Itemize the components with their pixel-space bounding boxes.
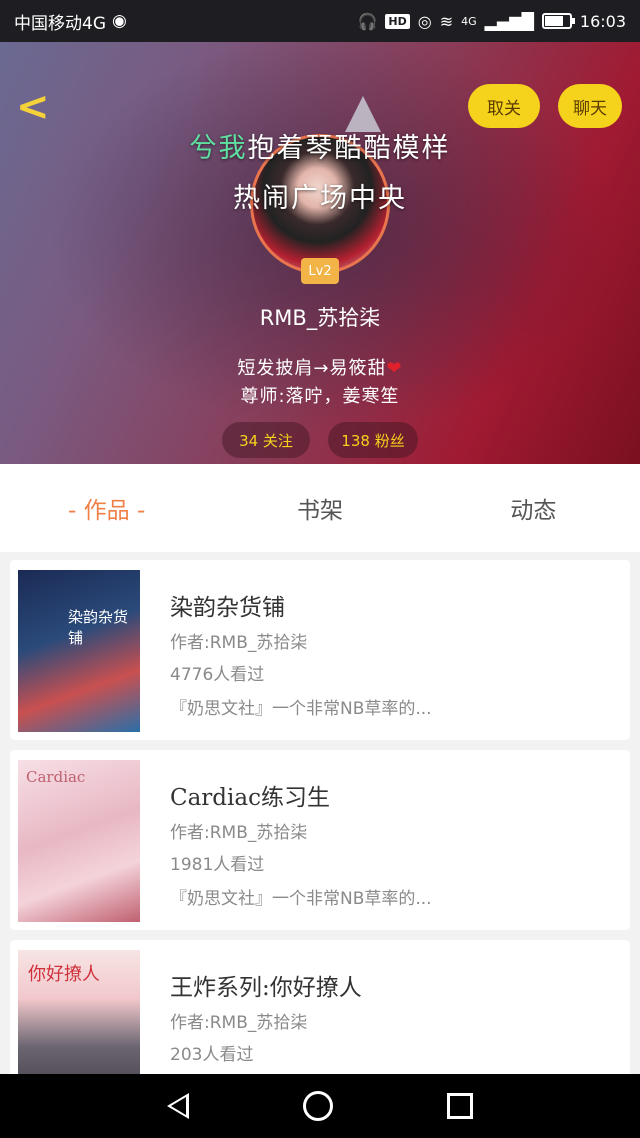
book-cover[interactable]: 染韵杂货铺 [18, 570, 140, 732]
book-title: 王炸系列:你好撩人 [170, 975, 362, 1001]
battery-icon [541, 13, 575, 29]
nav-back-icon[interactable] [167, 1093, 189, 1119]
cover-title: 染韵杂货铺 [68, 608, 129, 647]
clock: 16:03 [579, 11, 626, 31]
cover-title: 你好撩人 [28, 964, 100, 985]
cover-title: Cardiac [26, 768, 86, 786]
book-description: 『奶思文社』一个非常NB草率的... [170, 699, 432, 719]
globe-icon: ◉ [112, 11, 127, 31]
bio-text-1: 短发披肩→易筱甜 [237, 358, 387, 379]
level-badge: Lv2 [301, 258, 339, 284]
profile-header: < 取关 聊天 Lv2 兮我抱着琴酷酷模样 热闹广场中央 RMB_苏拾柒 短发披… [0, 42, 640, 464]
chevron-left-icon: < [16, 84, 50, 130]
book-title: Cardiac练习生 [170, 785, 330, 811]
tab-bookshelf[interactable]: 书架 [213, 464, 426, 552]
back-button[interactable]: < [16, 84, 52, 130]
book-cover[interactable]: Cardiac [18, 760, 140, 922]
bio-line-2: 尊师:落咛，姜寒笙 [240, 386, 400, 407]
following-count[interactable]: 34 关注 [222, 422, 310, 458]
list-item[interactable]: Cardiac Cardiac练习生 作者:RMB_苏拾柒 1981人看过 『奶… [10, 750, 630, 930]
status-bar: 中国移动4G ◉ 🎧 HD ◎ ≋ 4G ▂▄▆█ 16:03 [0, 0, 640, 42]
battery-fill [544, 16, 564, 26]
book-author: 作者:RMB_苏拾柒 [170, 633, 308, 653]
signature-line-1: 兮我抱着琴酷酷模样 [0, 126, 640, 165]
list-item[interactable]: 染韵杂货铺 染韵杂货铺 作者:RMB_苏拾柒 4776人看过 『奶思文社』一个非… [10, 560, 630, 740]
signature-line-2: 热闹广场中央 [233, 183, 407, 214]
heart-icon: ❤ [386, 358, 403, 379]
tab-activity[interactable]: 动态 [427, 464, 640, 552]
wifi-icon: ≋ [439, 11, 454, 31]
hd-badge: HD [385, 13, 410, 29]
book-description: 『奶思文社』一个非常NB草率的... [170, 889, 432, 909]
book-author: 作者:RMB_苏拾柒 [170, 823, 308, 843]
username: RMB_苏拾柒 [259, 306, 381, 330]
signal-icon: ▂▄▆█ [484, 11, 534, 31]
chat-button[interactable]: 聊天 [558, 84, 622, 128]
fans-count[interactable]: 138 粉丝 [328, 422, 418, 458]
system-nav-bar [0, 1074, 640, 1138]
nav-home-icon[interactable] [303, 1091, 333, 1121]
carrier-label: 中国移动4G [14, 13, 106, 34]
book-author: 作者:RMB_苏拾柒 [170, 1013, 308, 1033]
book-views: 4776人看过 [170, 665, 265, 685]
eye-icon: ◎ [417, 11, 432, 31]
book-title: 染韵杂货铺 [170, 595, 285, 621]
signature-highlight: 兮我 [189, 133, 248, 164]
network-label: 4G [461, 14, 477, 28]
tab-works[interactable]: - 作品 - [0, 464, 213, 552]
profile-tabs: - 作品 - 书架 动态 [0, 464, 640, 552]
book-views: 203人看过 [170, 1045, 254, 1065]
unfollow-button[interactable]: 取关 [468, 84, 540, 128]
book-views: 1981人看过 [170, 855, 265, 875]
signature-rest: 抱着琴酷酷模样 [247, 133, 451, 164]
headphones-icon: 🎧 [357, 11, 378, 31]
nav-recent-icon[interactable] [447, 1093, 473, 1119]
bio-line-1: 短发披肩→易筱甜❤ [0, 354, 640, 380]
